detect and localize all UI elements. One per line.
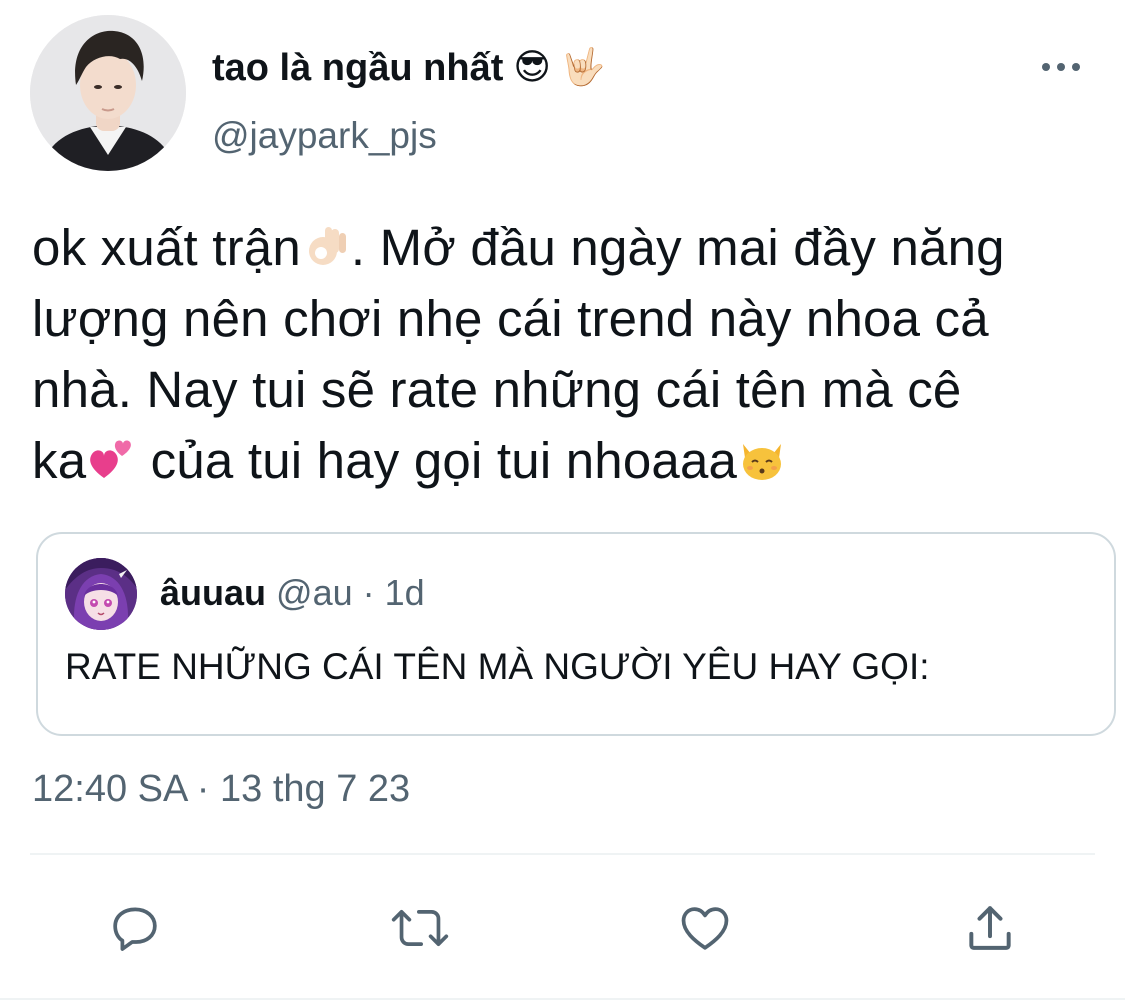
tweet-line-2: lượng nên chơi nhẹ cái trend này nhoa cả [32,290,989,347]
tweet-text-segment: ka [32,432,87,489]
author-display-name[interactable]: tao là ngầu nhất [212,47,503,90]
author-name-row: tao là ngầu nhất 😎 🤟🏻 [212,40,606,96]
tweet-line-1: ok xuất trận . Mở đầu ngày mai đầy năng [32,212,1107,283]
tweet-line-3: nhà. Nay tui sẽ rate những cái tên mà cê [32,361,962,418]
tweet-detail: tao là ngầu nhất 😎 🤟🏻 @jaypark_pjs ok xu… [0,0,1125,1000]
tweet-timestamp[interactable]: 12:40 SA · 13 thg 7 23 [32,768,410,811]
tweet-text-segment: của tui hay gọi tui nhoaaa [136,432,738,489]
sunglasses-emoji: 😎 [513,47,551,88]
quoted-tweet-card[interactable]: âuuau @au · 1d RATE NHỮNG CÁI TÊN MÀ NGƯ… [36,532,1116,736]
retweet-icon [391,910,449,946]
quoted-author-avatar[interactable] [65,558,137,630]
retweet-button[interactable] [390,898,450,958]
like-button[interactable] [675,898,735,958]
two-hearts-emoji [90,440,132,478]
quoted-tweet-text: RATE NHỮNG CÁI TÊN MÀ NGƯỜI YÊU HAY GỌI: [65,646,930,687]
reply-icon [113,907,157,951]
quoted-author-meta: @au · 1d [266,572,425,613]
quoted-tweet-header: âuuau @au · 1d [160,572,425,614]
share-icon [969,906,1011,950]
kissing-cat-emoji [743,444,782,480]
more-dots-icon [1042,63,1080,71]
author-handle[interactable]: @jaypark_pjs [212,115,437,157]
author-avatar[interactable] [30,15,186,171]
more-options-button[interactable] [1036,50,1086,84]
rock-hand-emoji: 🤟🏻 [560,47,606,88]
like-icon [681,907,729,950]
quoted-author-name[interactable]: âuuau [160,572,266,613]
share-button[interactable] [960,898,1020,958]
tweet-text-segment: . Mở đầu ngày mai đầy năng [350,219,1005,276]
tweet-line-4: ka của tui hay gọi tui nhoaaa [32,425,1107,496]
tweet-text: ok xuất trận . Mở đầu ngày mai đầy năng … [32,212,1107,496]
divider [30,853,1095,855]
tweet-text-segment: ok xuất trận [32,219,301,276]
ok-hand-emoji [308,227,346,265]
reply-button[interactable] [105,898,165,958]
